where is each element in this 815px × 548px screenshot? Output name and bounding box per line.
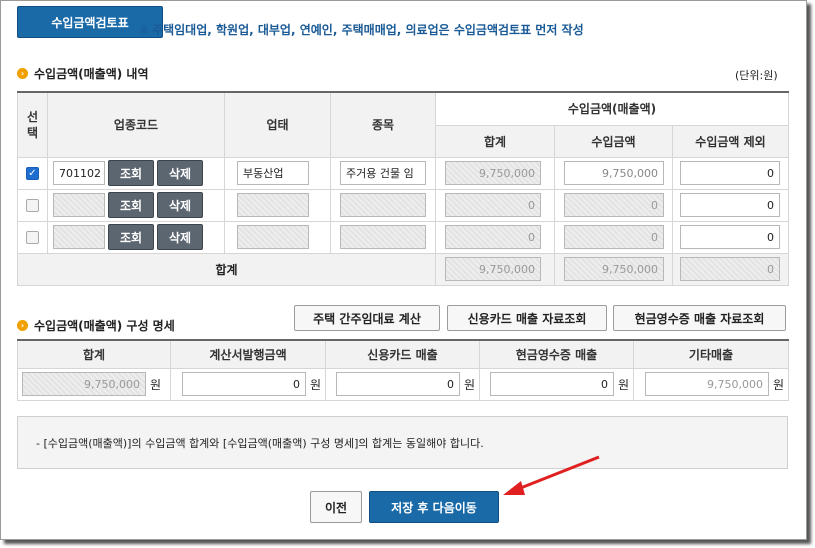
won-label: 원 [463, 377, 475, 392]
header-business-type: 업태 [224, 91, 331, 158]
total-amount-field: 9,750,000 [445, 161, 541, 185]
sum-revenue-field: 9,750,000 [564, 257, 664, 281]
item-input[interactable] [340, 193, 426, 217]
prev-button[interactable]: 이전 [310, 491, 362, 523]
sum-row: 합계 9,750,000 9,750,000 0 [17, 252, 789, 286]
header-other: 기타매출 [633, 339, 789, 369]
bullet-icon: › [17, 68, 28, 79]
composition-row: 9,750,000 원 0원 0원 0원 9,750,000 원 [17, 367, 789, 401]
note-mark: ※ [139, 23, 150, 37]
table-row: ✓ 701102 조회 삭제 부동산업 주거용 건물 임 9,750,000 9… [17, 156, 789, 190]
business-type-input[interactable] [237, 225, 309, 249]
row-checkbox[interactable] [26, 198, 39, 212]
invoice-amount-input[interactable]: 0 [181, 372, 306, 396]
comp-total-field: 9,750,000 [22, 372, 146, 396]
composition-section-title: › 수입금액(매출액) 구성 명세 [17, 317, 175, 334]
lookup-button[interactable]: 조회 [108, 192, 154, 218]
won-label: 원 [772, 377, 784, 392]
item-input[interactable] [340, 225, 426, 249]
business-type-input[interactable]: 부동산업 [237, 161, 309, 185]
header-comp-total: 합계 [17, 339, 171, 369]
won-label: 원 [617, 377, 629, 392]
header-invoice: 계산서발행금액 [170, 339, 326, 369]
revenue-amount-input[interactable]: 0 [564, 225, 664, 249]
header-item: 종목 [330, 91, 436, 158]
bullet-icon: › [17, 320, 28, 331]
won-label: 원 [150, 377, 162, 392]
excluded-amount-input[interactable]: 0 [680, 193, 780, 217]
business-type-input[interactable] [237, 193, 309, 217]
table-row: 조회 삭제 0 0 0 [17, 220, 789, 254]
revenue-amount-input[interactable]: 0 [564, 193, 664, 217]
lookup-button[interactable]: 조회 [108, 224, 154, 250]
notice-label: 주택임대업, 학원업, 대부업, 연예인, 주택매매업, 의료업은 수입금액검토… [152, 23, 584, 37]
header-total: 합계 [435, 124, 555, 158]
revenue-amount-input[interactable]: 9,750,000 [564, 161, 664, 185]
header-select: 선택 [17, 91, 48, 158]
notice-box: - [수입금액(매출액)]의 수입금액 합계와 [수입금액(매출액) 구성 명세… [17, 416, 788, 469]
lookup-button[interactable]: 조회 [108, 160, 154, 186]
won-label: 원 [309, 377, 321, 392]
revenue-section-title-text: 수입금액(매출액) 내역 [34, 67, 149, 81]
delete-button[interactable]: 삭제 [157, 192, 203, 218]
cash-receipt-lookup-button[interactable]: 현금영수증 매출 자료조회 [613, 305, 786, 331]
delete-button[interactable]: 삭제 [157, 224, 203, 250]
industry-code-input[interactable]: 701102 [53, 161, 105, 185]
other-amount-input[interactable]: 9,750,000 [644, 372, 769, 396]
delete-button[interactable]: 삭제 [157, 160, 203, 186]
excluded-amount-input[interactable]: 0 [680, 225, 780, 249]
header-cash-receipt: 현금영수증 매출 [479, 339, 634, 369]
revenue-section-title: › 수입금액(매출액) 내역 [17, 65, 149, 82]
cash-receipt-amount-input[interactable]: 0 [489, 372, 614, 396]
header-credit-card: 신용카드 매출 [325, 339, 480, 369]
save-next-button[interactable]: 저장 후 다음이동 [369, 491, 499, 523]
revenue-table: 선택 업종코드 업태 종목 수입금액(매출액) 합계 수입금액 수입금액 제외 … [17, 91, 789, 286]
row-checkbox[interactable] [26, 230, 39, 244]
composition-section-title-text: 수입금액(매출액) 구성 명세 [34, 319, 175, 333]
sum-label: 합계 [17, 252, 436, 286]
table-row: 조회 삭제 0 0 0 [17, 188, 789, 222]
notice-text: ※ 주택임대업, 학원업, 대부업, 연예인, 주택매매업, 의료업은 수입금액검… [139, 21, 584, 38]
housing-rent-calc-button[interactable]: 주택 간주임대료 계산 [294, 305, 440, 331]
red-arrow-icon [503, 455, 600, 495]
item-input[interactable]: 주거용 건물 임 [340, 161, 426, 185]
header-excluded: 수입금액 제외 [672, 124, 789, 158]
industry-code-input[interactable] [53, 225, 105, 249]
row-checkbox[interactable]: ✓ [26, 166, 39, 180]
composition-table: 합계 계산서발행금액 신용카드 매출 현금영수증 매출 기타매출 9,750,0… [17, 339, 789, 401]
credit-card-amount-input[interactable]: 0 [335, 372, 460, 396]
industry-code-input[interactable] [53, 193, 105, 217]
total-amount-field: 0 [445, 193, 541, 217]
dialog-frame: 수입금액검토표 ※ 주택임대업, 학원업, 대부업, 연예인, 주택매매업, 의료… [0, 0, 807, 540]
excluded-amount-input[interactable]: 0 [680, 161, 780, 185]
header-revenue: 수입금액 [554, 124, 673, 158]
header-revenue-group: 수입금액(매출액) [435, 91, 789, 126]
sum-excluded-field: 0 [680, 257, 780, 281]
total-amount-field: 0 [445, 225, 541, 249]
header-industry-code: 업종코드 [47, 91, 225, 158]
credit-card-lookup-button[interactable]: 신용카드 매출 자료조회 [447, 305, 607, 331]
sum-total-field: 9,750,000 [445, 257, 541, 281]
unit-label: (단위:원) [735, 69, 778, 82]
